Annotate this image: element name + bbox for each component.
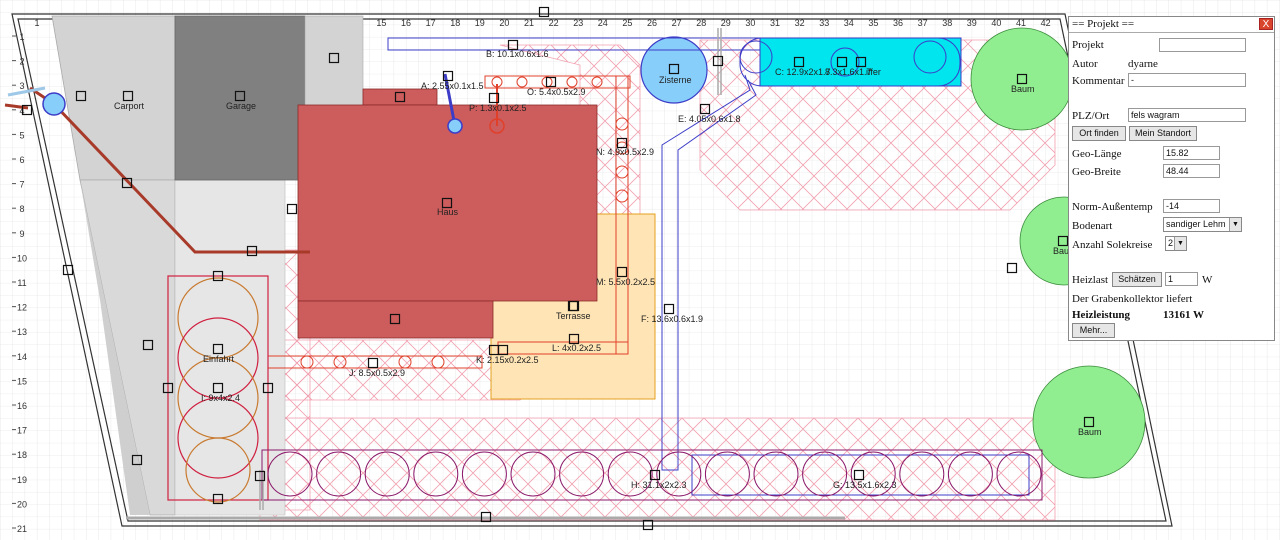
collector-f-label: F: 13.6x0.6x1.9	[641, 314, 703, 324]
heizlast-unit: W	[1202, 274, 1213, 286]
collector-c-label: C: 12.9x2x1.7	[775, 67, 831, 77]
row-tick: 21	[17, 524, 27, 534]
bodenart-value: sandiger Lehm	[1166, 219, 1226, 229]
plz-label: PLZ/Ort	[1072, 110, 1110, 122]
collector-l-label: L: 4x0.2x2.5	[552, 343, 601, 353]
projekt-label: Projekt	[1072, 39, 1104, 51]
row-tick: 17	[17, 426, 27, 436]
cistern-shape[interactable]	[640, 36, 708, 104]
norm-temp-label: Norm-Außentemp	[1072, 201, 1153, 213]
collector-j-label: J: 8.5x0.5x2.9	[349, 368, 405, 378]
bodenart-select[interactable]: sandiger Lehm ▼	[1163, 217, 1242, 232]
row-tick: 11	[17, 278, 26, 288]
solekreise-label: Anzahl Solekreise	[1072, 239, 1153, 251]
row-tick: 5	[19, 130, 24, 140]
bodenart-label: Bodenart	[1072, 220, 1113, 232]
heizleistung-label: Heizleistung	[1072, 309, 1131, 321]
collector-p-label: P: 1.3x0.1x2.5	[469, 103, 527, 113]
collector-o-label: O: 5.4x0.5x2.9	[527, 87, 586, 97]
pond-area[interactable]	[759, 37, 962, 87]
distributor-blue[interactable]	[447, 118, 463, 134]
kommentar-input[interactable]: -	[1128, 73, 1246, 87]
tree-3-label: Baum	[1078, 427, 1102, 437]
norm-temp-input[interactable]: -14	[1163, 199, 1220, 213]
panel-titlebar[interactable]: == Projekt == X	[1069, 17, 1274, 33]
panel-title: == Projekt ==	[1072, 18, 1135, 30]
terrace-label: Terrasse	[556, 311, 591, 321]
row-tick: 14	[17, 352, 27, 362]
row-tick: 12	[17, 303, 27, 313]
solekreise-value: 2	[1168, 238, 1174, 248]
row-tick: 15	[17, 376, 27, 386]
collector-c-tail-label: iffer	[866, 67, 881, 77]
heizlast-input[interactable]: 1	[1165, 272, 1198, 286]
collector-e-label: E: 4.05x0.6x1.8	[678, 114, 741, 124]
project-panel[interactable]: == Projekt == X Projekt Autor dyarne Kom…	[1068, 16, 1275, 341]
row-tick: 16	[17, 401, 27, 411]
schaetzen-button[interactable]: Schätzen	[1112, 272, 1162, 287]
cistern-label: Zisterne	[659, 75, 692, 85]
geo-laenge-input[interactable]: 15.82	[1163, 146, 1220, 160]
autor-value: dyarne	[1128, 58, 1158, 70]
garage-label: Garage	[226, 101, 256, 111]
driveway-strip	[304, 15, 364, 107]
collector-a-label: A: 2.55x0.1x1.5	[421, 81, 484, 91]
garage-area[interactable]	[174, 15, 306, 181]
collector-b-label: B: 10.1x0.6x1.6	[486, 49, 549, 59]
distributor-left[interactable]	[42, 92, 66, 116]
carport-label: Carport	[114, 101, 145, 111]
mein-standort-button[interactable]: Mein Standort	[1129, 126, 1197, 141]
einfahrt-label: Einfahrt	[203, 354, 235, 364]
mehr-button[interactable]: Mehr...	[1072, 323, 1115, 338]
heizlast-label: Heizlast	[1072, 274, 1109, 286]
collector-h-label: H: 31.1x2x2.3	[631, 480, 687, 490]
row-tick: 18	[17, 450, 27, 460]
autor-label: Autor	[1072, 58, 1098, 70]
projekt-input[interactable]	[1159, 38, 1246, 52]
row-tick: 6	[19, 155, 24, 165]
row-tick: 20	[17, 499, 27, 509]
row-tick: 8	[19, 204, 24, 214]
geo-breite-input[interactable]: 48.44	[1163, 164, 1220, 178]
house-label: Haus	[437, 207, 459, 217]
ort-finden-button[interactable]: Ort finden	[1072, 126, 1126, 141]
collector-g-label: G: 13.5x1.6x2.3	[833, 480, 897, 490]
row-tick: 10	[17, 253, 27, 263]
tree-2-label: Bau	[1053, 246, 1069, 256]
graben-text: Der Grabenkollektor liefert	[1072, 293, 1193, 305]
row-tick: 13	[17, 327, 27, 337]
heizleistung-value: 13161 W	[1163, 309, 1205, 321]
row-tick: 3	[19, 81, 24, 91]
tree-3[interactable]	[1032, 365, 1146, 479]
tree-1[interactable]	[970, 27, 1074, 131]
collector-c-extra-label: 8.3x1.6x1.7	[825, 67, 872, 77]
row-tick: 9	[19, 229, 24, 239]
chevron-down-icon: ▼	[1174, 237, 1186, 250]
collector-i-label: I: 9x4x2.4	[201, 393, 240, 403]
row-tick: 7	[19, 180, 24, 190]
kommentar-label: Kommentar	[1072, 75, 1125, 87]
collector-k-label: K: 2.15x0.2x2.5	[476, 355, 539, 365]
geo-breite-label: Geo-Breite	[1072, 166, 1121, 178]
close-button[interactable]: X	[1259, 18, 1273, 30]
tree-1-label: Baum	[1011, 84, 1035, 94]
chevron-down-icon: ▼	[1229, 218, 1241, 231]
plz-input[interactable]: fels wagram	[1128, 108, 1246, 122]
row-tick: 19	[17, 475, 27, 485]
collector-n-label: N: 4.9x0.5x2.9	[596, 147, 654, 157]
geo-laenge-label: Geo-Länge	[1072, 148, 1122, 160]
solekreise-select[interactable]: 2 ▼	[1165, 236, 1187, 251]
collector-m-label: M: 5.5x0.2x2.5	[596, 277, 655, 287]
